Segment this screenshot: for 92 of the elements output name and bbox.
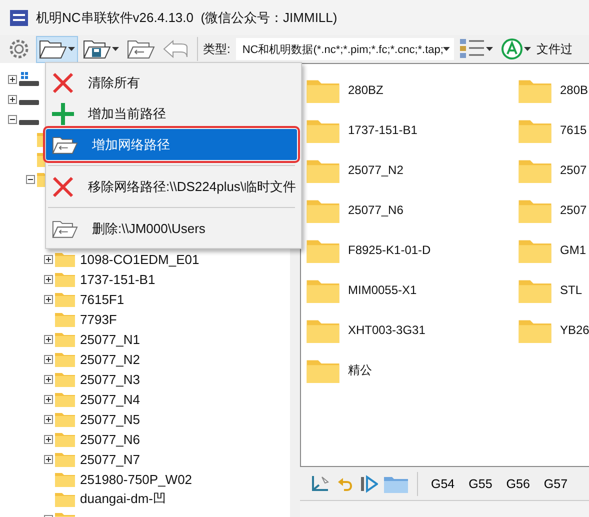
drive-icon: [19, 120, 39, 124]
tree-item[interactable]: 25077_N3: [80, 372, 140, 386]
folder-icon: [55, 251, 75, 267]
tree-item[interactable]: 25077_N2: [80, 352, 140, 366]
caret-icon[interactable]: [112, 47, 119, 51]
network-folder-icon: [52, 134, 78, 154]
settings-icon: [7, 37, 31, 61]
work-offset-button[interactable]: G55: [464, 476, 496, 490]
folder-name[interactable]: XHT003-3G31: [348, 323, 426, 337]
expand-icon[interactable]: [44, 454, 53, 464]
folder-icon: [55, 391, 75, 407]
folder-icon: [55, 411, 75, 427]
expand-icon[interactable]: [44, 414, 53, 424]
folder-name[interactable]: 280BZ: [348, 83, 384, 97]
folder-name[interactable]: 2507: [560, 203, 587, 217]
circled-letter-icon: [501, 38, 524, 60]
folder-name[interactable]: 25077_N6: [348, 203, 404, 217]
folder-name[interactable]: 280B: [560, 83, 588, 97]
folder-name[interactable]: GM1: [560, 243, 586, 257]
expand-icon[interactable]: [44, 354, 53, 364]
work-offset-button[interactable]: G56: [502, 476, 534, 490]
folder-name[interactable]: 2507: [560, 163, 587, 177]
type-label: 类型:: [203, 40, 230, 58]
caret-icon[interactable]: [68, 47, 75, 51]
folder-icon: [55, 431, 75, 447]
expand-icon[interactable]: [44, 274, 53, 284]
work-offset-button[interactable]: G57: [540, 476, 572, 490]
tree-item[interactable]: 25077_N5: [80, 412, 140, 426]
tree-item[interactable]: duangai-dm-凹: [80, 490, 166, 508]
folder-icon: [55, 351, 75, 367]
folder-name[interactable]: 7615: [560, 123, 587, 137]
caret-icon[interactable]: [443, 47, 450, 51]
type-dropdown[interactable]: NC和机明数据(*.nc*;*.pim;*.fc;*.cnc;*.tap;: [236, 38, 454, 60]
tree-item[interactable]: 7615F1: [80, 292, 124, 306]
tree-item[interactable]: 25077_N1: [80, 332, 140, 346]
drive-icon: [19, 100, 39, 104]
tree-item[interactable]: 251980-750P_W02: [80, 472, 192, 486]
app-logo-icon: [10, 10, 28, 26]
expand-icon[interactable]: [44, 434, 53, 444]
menu-item[interactable]: 移除网络路径:\\DS224plus\临时文件: [46, 171, 297, 202]
open-folder-icon: [39, 39, 67, 59]
folder-name[interactable]: 精公: [348, 362, 372, 378]
expand-icon[interactable]: [44, 374, 53, 384]
folder-icon: [55, 491, 75, 507]
axes-icon[interactable]: [310, 474, 330, 492]
menu-item[interactable]: 删除:\\JM000\Users: [46, 213, 297, 244]
plus-icon: [52, 102, 74, 124]
window-title: 机明NC串联软件v26.4.13.0 (微信公众号：JIMMILL): [36, 8, 338, 26]
cross-icon: [52, 176, 74, 198]
cross-icon: [52, 72, 74, 94]
expand-icon[interactable]: [44, 254, 53, 264]
folder-icon: [55, 451, 75, 467]
collapse-icon[interactable]: [8, 114, 17, 124]
expand-icon[interactable]: [8, 74, 17, 84]
play-icon[interactable]: [360, 474, 378, 492]
system-drive-icon: [19, 72, 39, 86]
list-view-icon: [459, 38, 486, 60]
tree-item[interactable]: 7793F: [80, 312, 117, 326]
open-folder-button[interactable]: [36, 36, 78, 62]
back-arrow-icon: [163, 40, 189, 58]
tree-item[interactable]: 25077_N7: [80, 452, 140, 466]
save-folder-icon: [83, 39, 111, 59]
network-folder-icon: [127, 39, 155, 59]
folder-name[interactable]: 1737-151-B1: [348, 123, 418, 137]
expand-icon[interactable]: [44, 394, 53, 404]
folder-name[interactable]: MIM0055-X1: [348, 283, 417, 297]
expand-icon[interactable]: [44, 334, 53, 344]
work-offset-button[interactable]: G54: [427, 476, 459, 490]
tree-item[interactable]: 25077_N6: [80, 432, 140, 446]
folder-icon: [55, 311, 75, 327]
folder-name[interactable]: YB26: [560, 323, 589, 337]
folder-name[interactable]: F8925-K1-01-D: [348, 243, 431, 257]
network-folder-icon: [52, 218, 78, 238]
tree-item[interactable]: 1737-151-B1: [80, 272, 156, 286]
folder-icon: [55, 471, 75, 487]
folder-icon: [55, 371, 75, 387]
expand-icon[interactable]: [44, 294, 53, 304]
expand-icon[interactable]: [8, 94, 17, 104]
collapse-icon[interactable]: [26, 174, 35, 184]
folder-icon: [55, 271, 75, 287]
filter-label: 文件过: [536, 40, 572, 58]
caret-icon[interactable]: [486, 47, 494, 51]
menu-item[interactable]: 清除所有: [46, 67, 297, 98]
tree-item[interactable]: 1098-CO1EDM_E01: [80, 252, 200, 266]
menu-item[interactable]: 增加当前路径: [46, 98, 297, 129]
folder-icon: [55, 291, 75, 307]
caret-icon[interactable]: [524, 47, 532, 51]
folder-name[interactable]: 25077_N2: [348, 163, 404, 177]
tree-item[interactable]: 25077_N4: [80, 392, 140, 406]
menu-item[interactable]: 增加网络路径: [46, 129, 297, 160]
folder-icon: [55, 331, 75, 347]
folder-name[interactable]: STL: [560, 283, 582, 297]
